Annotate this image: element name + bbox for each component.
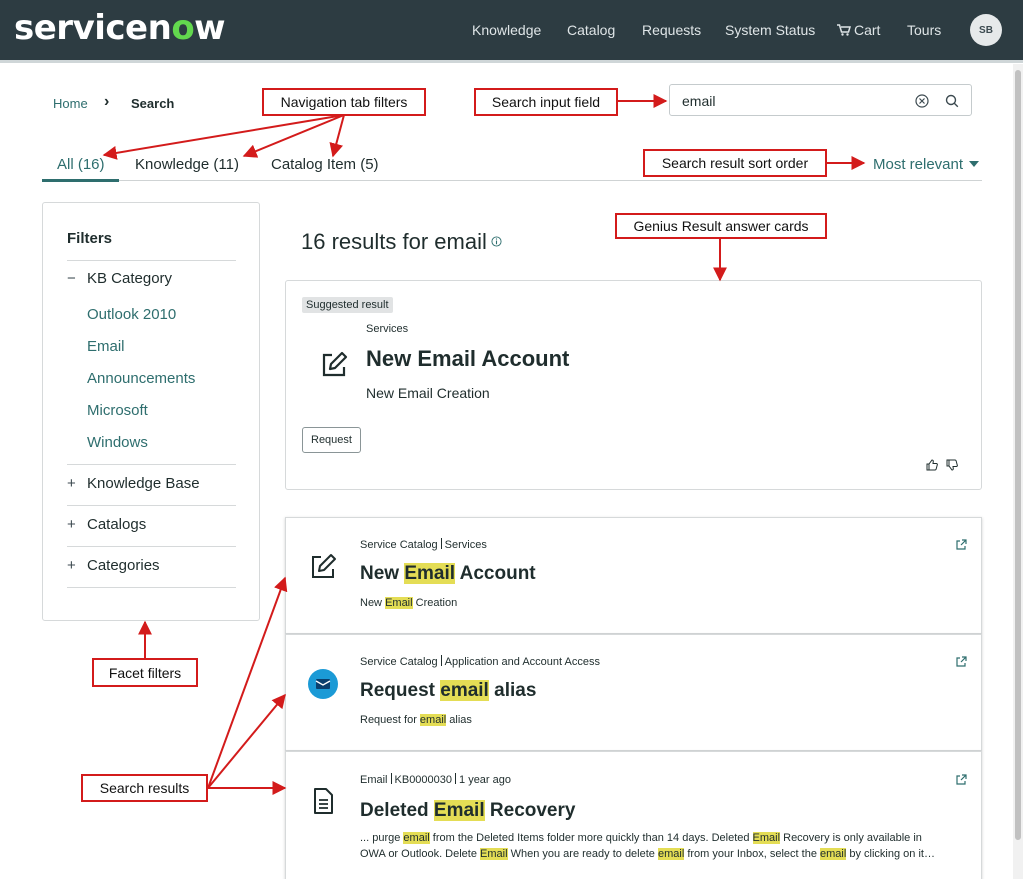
plus-icon: + xyxy=(67,516,76,533)
edit-icon xyxy=(322,351,348,377)
search-result-card[interactable]: Service Catalog Services New Email Accoun… xyxy=(285,517,982,634)
search-result-card[interactable]: Service Catalog Application and Account A… xyxy=(285,634,982,751)
breadcrumb-current: Search xyxy=(131,96,175,111)
facet-group-label: KB Category xyxy=(87,270,173,287)
breadcrumb-home[interactable]: Home xyxy=(53,96,88,111)
tab-catalog-item[interactable]: Catalog Item (5) xyxy=(271,156,379,173)
facet-group-label: Catalogs xyxy=(87,516,147,533)
facet-group-categories[interactable]: + Categories xyxy=(67,557,160,574)
minus-icon: − xyxy=(67,270,76,287)
annotation-search-input: Search input field xyxy=(474,88,618,116)
tabs-divider xyxy=(42,180,982,181)
sort-dropdown[interactable]: Most relevant xyxy=(873,156,980,173)
app-window: servicenow Knowledge Catalog Requests Sy… xyxy=(0,0,1023,879)
facet-group-label: Categories xyxy=(87,557,160,574)
results-count-text: 16 results for email xyxy=(301,229,487,254)
result-description: New Email Creation xyxy=(360,597,458,609)
external-link-icon[interactable] xyxy=(955,539,967,551)
nav-cart-label: Cart xyxy=(854,22,881,38)
tab-all[interactable]: All (16) xyxy=(57,156,105,173)
scrollbar-thumb[interactable] xyxy=(1015,70,1021,840)
facet-item-email[interactable]: Email xyxy=(87,338,125,355)
facet-item-announcements[interactable]: Announcements xyxy=(87,370,195,387)
genius-title[interactable]: New Email Account xyxy=(366,346,569,372)
user-avatar[interactable]: SB xyxy=(970,14,1002,46)
chevron-right-icon: › xyxy=(104,93,110,110)
cart-icon xyxy=(837,24,852,36)
annotation-nav-tabs: Navigation tab filters xyxy=(262,88,426,116)
facet-item-outlook-2010[interactable]: Outlook 2010 xyxy=(87,306,176,323)
page-scrollbar[interactable] xyxy=(1013,64,1023,879)
nav-catalog[interactable]: Catalog xyxy=(567,22,615,38)
facet-divider xyxy=(67,546,236,547)
facet-divider xyxy=(67,587,236,588)
thumbs-up-icon[interactable] xyxy=(926,459,938,471)
edit-icon xyxy=(312,554,336,578)
servicenow-logo[interactable]: servicenow xyxy=(14,8,226,48)
annotation-sort-order: Search result sort order xyxy=(643,149,827,177)
plus-icon: + xyxy=(67,557,76,574)
top-navigation-bar: servicenow Knowledge Catalog Requests Sy… xyxy=(0,0,1023,60)
results-count-heading: 16 results for email xyxy=(301,229,502,255)
facet-title: Filters xyxy=(67,230,113,247)
nav-requests[interactable]: Requests xyxy=(642,22,701,38)
annotation-genius-cards: Genius Result answer cards xyxy=(615,213,827,239)
facet-group-knowledge-base[interactable]: + Knowledge Base xyxy=(67,475,200,492)
header-divider xyxy=(0,60,1023,63)
sort-label: Most relevant xyxy=(873,156,964,173)
caret-down-icon xyxy=(969,161,980,167)
result-meta: Service Catalog Services xyxy=(360,538,487,551)
suggested-result-badge: Suggested result xyxy=(302,297,393,313)
nav-knowledge[interactable]: Knowledge xyxy=(472,22,541,38)
email-alias-icon xyxy=(308,669,338,699)
annotation-search-results: Search results xyxy=(81,774,208,802)
result-description-line-2: OWA or Outlook. Delete Email When you ar… xyxy=(360,848,935,860)
facet-group-label: Knowledge Base xyxy=(87,475,200,492)
facet-item-microsoft[interactable]: Microsoft xyxy=(87,402,148,419)
result-description: Request for email alias xyxy=(360,714,472,726)
result-title[interactable]: Request email alias xyxy=(360,680,536,702)
external-link-icon[interactable] xyxy=(955,656,967,668)
genius-category: Services xyxy=(366,323,409,335)
nav-system-status[interactable]: System Status xyxy=(725,22,815,38)
genius-subtitle: New Email Creation xyxy=(366,385,490,401)
search-input[interactable] xyxy=(682,91,902,111)
facet-group-kb-category[interactable]: − KB Category xyxy=(67,270,172,287)
facet-divider xyxy=(67,505,236,506)
facet-group-catalogs[interactable]: + Catalogs xyxy=(67,516,146,533)
result-title[interactable]: Deleted Email Recovery xyxy=(360,800,575,822)
search-box xyxy=(669,84,972,116)
info-icon[interactable] xyxy=(491,236,502,247)
nav-cart[interactable]: Cart xyxy=(837,22,880,38)
external-link-icon[interactable] xyxy=(955,774,967,786)
result-title[interactable]: New Email Account xyxy=(360,563,536,585)
result-meta: Email KB0000030 1 year ago xyxy=(360,773,511,786)
facet-divider xyxy=(67,464,236,465)
request-button[interactable]: Request xyxy=(302,427,361,453)
search-result-card[interactable]: Email KB0000030 1 year ago Deleted Email R… xyxy=(285,751,982,879)
genius-result-card: Suggested result Services New Email Acco… xyxy=(285,280,982,490)
annotation-facet-filters: Facet filters xyxy=(92,658,198,687)
facet-divider xyxy=(67,260,236,261)
plus-icon: + xyxy=(67,475,76,492)
facet-filters-panel: Filters − KB Category Outlook 2010 Email … xyxy=(42,202,260,621)
clear-icon[interactable] xyxy=(914,93,930,109)
nav-tours[interactable]: Tours xyxy=(907,22,941,38)
result-meta: Service Catalog Application and Account A… xyxy=(360,655,600,668)
search-icon[interactable] xyxy=(944,93,960,109)
tab-knowledge[interactable]: Knowledge (11) xyxy=(135,156,239,173)
active-tab-indicator xyxy=(42,179,119,182)
result-description-line-1: ... purge email from the Deleted Items f… xyxy=(360,832,922,844)
facet-item-windows[interactable]: Windows xyxy=(87,434,148,451)
thumbs-down-icon[interactable] xyxy=(946,459,958,471)
document-icon xyxy=(314,788,333,814)
